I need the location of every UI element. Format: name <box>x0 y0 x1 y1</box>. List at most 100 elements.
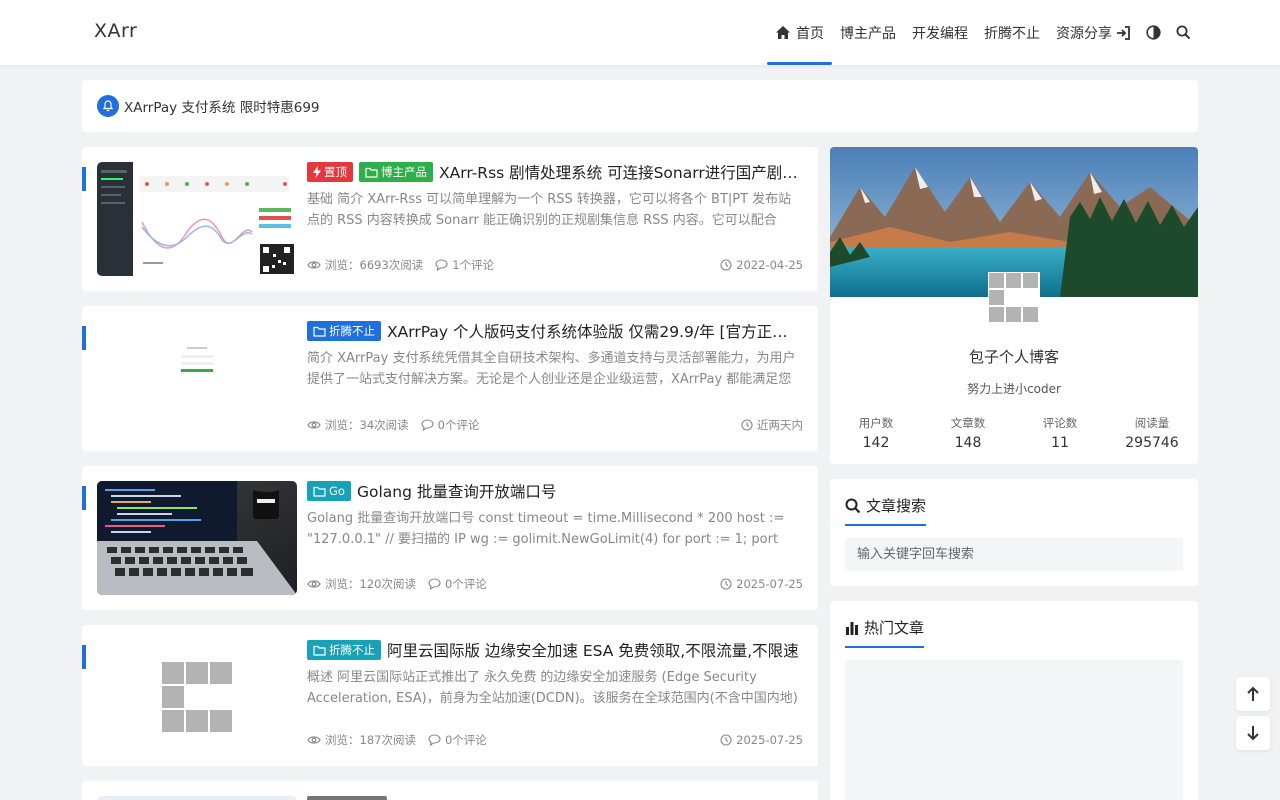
stat-users: 用户数 142 <box>830 415 922 451</box>
tag-label: 置顶 <box>324 165 347 179</box>
tag-pinned[interactable]: 置顶 <box>307 162 353 182</box>
notice-bar[interactable]: XArrPay 支付系统 限时特惠699 <box>82 80 1198 132</box>
post-date: 2025-07-25 <box>720 733 803 747</box>
stat-label: 评论数 <box>1042 416 1078 430</box>
nav-item-products[interactable]: 博主产品 <box>832 0 904 65</box>
widget-title-text: 热门文章 <box>864 619 925 637</box>
post-thumbnail[interactable] <box>97 796 297 800</box>
stat-value: 148 <box>954 435 982 451</box>
avatar[interactable] <box>988 272 1040 324</box>
comments-text: 0个评论 <box>437 418 480 432</box>
post-marker <box>82 645 86 669</box>
tag-category[interactable]: 折腾不止 <box>307 321 381 341</box>
post-marker <box>82 486 86 510</box>
arrow-up-icon <box>1247 686 1259 701</box>
comments[interactable]: 0个评论 <box>428 732 487 748</box>
tag-category[interactable]: 折腾不止 <box>307 640 381 660</box>
post-title[interactable]: XArrPay 个人版码支付系统体验版 仅需29.9/年 [官方正版授权] <box>387 320 803 342</box>
hot-articles-list <box>845 660 1183 800</box>
clock-icon <box>741 419 753 431</box>
clock-icon <box>720 578 732 590</box>
post-title-line: Go Golang 批量查询开放端口号 <box>307 480 803 502</box>
tag-category[interactable]: Go <box>307 481 351 501</box>
profile-motto: 努力上进小coder <box>967 382 1061 396</box>
login-icon[interactable] <box>1114 24 1132 42</box>
comments-text: 0个评论 <box>444 577 487 591</box>
search-icon[interactable] <box>1174 24 1192 42</box>
post-title[interactable]: Golang 批量查询开放端口号 <box>357 480 556 502</box>
nav-item-resources[interactable]: 资源分享 <box>1048 0 1120 65</box>
post-marker <box>82 167 86 191</box>
post-meta: 浏览：6693次阅读 1个评论 2022-04-25 <box>307 257 803 273</box>
post-excerpt: Golang 批量查询开放端口号 const timeout = time.Mi… <box>307 511 785 547</box>
date-text: 近两天内 <box>757 418 803 432</box>
theme-toggle-icon[interactable] <box>1144 24 1162 42</box>
views: 浏览：34次阅读 <box>307 417 409 433</box>
tag-label: 博主产品 <box>381 165 427 179</box>
nav-item-home[interactable]: 首页 <box>767 0 832 65</box>
tag-category[interactable] <box>307 796 387 800</box>
comment-icon <box>428 578 441 590</box>
profile-name: 包子个人博客 <box>968 348 1059 366</box>
hot-articles-widget: 热门文章 <box>830 601 1198 800</box>
post-card[interactable]: 置顶 博主产品 XArr-Rss 剧情处理系统 可连接Sonarr进行国产剧集识… <box>82 147 818 291</box>
comments[interactable]: 0个评论 <box>428 576 487 592</box>
home-icon <box>776 26 790 39</box>
widget-title: 热门文章 <box>845 617 925 648</box>
stat-articles: 文章数 148 <box>922 415 1014 451</box>
views-text: 浏览：6693次阅读 <box>325 258 424 272</box>
tag-category[interactable]: 博主产品 <box>359 162 433 182</box>
nav-label: 首页 <box>796 25 824 42</box>
stat-value: 295746 <box>1125 435 1179 451</box>
views: 浏览：6693次阅读 <box>307 257 423 273</box>
nav-item-dev[interactable]: 开发编程 <box>904 0 976 65</box>
widget-title-text: 文章搜索 <box>866 497 927 515</box>
post-card[interactable]: Go Golang 批量查询开放端口号 Golang 批量查询开放端口号 con… <box>82 466 818 610</box>
folder-icon <box>313 326 326 337</box>
post-excerpt: 简介 XArrPay 支付系统凭借其全自研技术架构、多通道支持与灵活部署能力，为… <box>307 351 796 387</box>
profile-stats: 用户数 142 文章数 148 评论数 11 阅读量 295746 <box>830 415 1198 451</box>
post-title-line: 置顶 博主产品 XArr-Rss 剧情处理系统 可连接Sonarr进行国产剧集识… <box>307 161 803 183</box>
clock-icon <box>720 734 732 746</box>
comments[interactable]: 0个评论 <box>421 417 480 433</box>
tag-label: 折腾不止 <box>329 643 375 657</box>
comment-icon <box>421 419 434 431</box>
views: 浏览：120次阅读 <box>307 576 416 592</box>
nav-label: 博主产品 <box>840 25 896 42</box>
post-thumbnail[interactable] <box>97 640 297 754</box>
eye-icon <box>307 421 321 429</box>
nav-item-tinker[interactable]: 折腾不止 <box>976 0 1048 65</box>
eye-icon <box>307 580 321 588</box>
post-excerpt: 概述 阿里云国际站正式推出了 永久免费 的边缘安全加速服务 (Edge Secu… <box>307 670 798 706</box>
clock-icon <box>720 259 732 271</box>
post-excerpt: 基础 简介 XArr-Rss 可以简单理解为一个 RSS 转换器，它可以将各个 … <box>307 192 792 228</box>
scroll-top-button[interactable] <box>1236 677 1270 711</box>
arrow-down-icon <box>1247 726 1259 741</box>
bar-chart-icon <box>846 621 858 635</box>
post-thumbnail[interactable] <box>97 162 297 276</box>
post-title-line: 折腾不止 阿里云国际版 边缘安全加速 ESA 免费领取,不限流量,不限速 <box>307 639 803 661</box>
date-text: 2025-07-25 <box>736 733 803 747</box>
post-meta: 浏览：120次阅读 0个评论 2025-07-25 <box>307 576 803 592</box>
scroll-bottom-button[interactable] <box>1236 716 1270 750</box>
stat-reads: 阅读量 295746 <box>1106 415 1198 451</box>
post-card[interactable]: 折腾不止 XArrPay 个人版码支付系统体验版 仅需29.9/年 [官方正版授… <box>82 306 818 451</box>
stat-label: 阅读量 <box>1134 416 1170 430</box>
tag-label: Go <box>329 484 345 498</box>
comments-text: 0个评论 <box>444 733 487 747</box>
post-card[interactable] <box>82 781 818 800</box>
profile-card: 包子个人博客 努力上进小coder 用户数 142 文章数 148 评论数 11… <box>830 147 1198 464</box>
post-thumbnail[interactable] <box>97 481 297 595</box>
post-title[interactable]: XArr-Rss 剧情处理系统 可连接Sonarr进行国产剧集识别 <box>439 161 803 183</box>
tag-label: 折腾不止 <box>329 324 375 338</box>
site-logo[interactable]: XArr <box>94 20 137 42</box>
comments[interactable]: 1个评论 <box>435 257 494 273</box>
bolt-icon <box>313 166 321 178</box>
search-input[interactable] <box>845 538 1183 571</box>
date-text: 2025-07-25 <box>736 577 803 591</box>
post-title[interactable]: 阿里云国际版 边缘安全加速 ESA 免费领取,不限流量,不限速 <box>387 639 799 661</box>
post-date: 2025-07-25 <box>720 577 803 591</box>
post-thumbnail[interactable] <box>97 321 297 435</box>
stat-label: 文章数 <box>950 416 986 430</box>
post-card[interactable]: 折腾不止 阿里云国际版 边缘安全加速 ESA 免费领取,不限流量,不限速 概述 … <box>82 625 818 766</box>
